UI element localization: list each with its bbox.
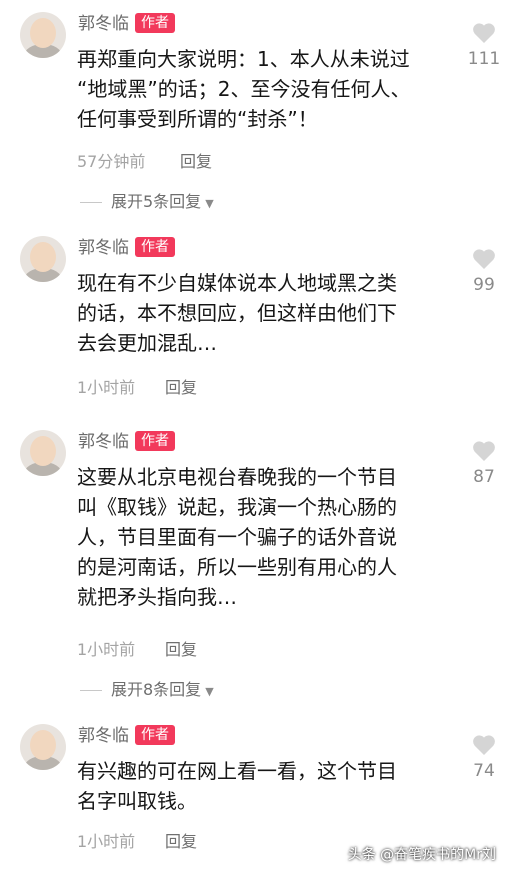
heart-icon bbox=[473, 23, 495, 43]
heart-icon bbox=[473, 249, 495, 269]
watermark: 头条 @奋笔疾书的Mr刘 bbox=[347, 847, 496, 863]
reply-button[interactable]: 回复 bbox=[165, 640, 197, 660]
comment-text: 现在有不少自媒体说本人地域黑之类 的话，本不想回应，但这样由他们下 去会更加混乱… bbox=[77, 268, 452, 358]
like-button[interactable]: 99 bbox=[466, 248, 502, 296]
comment-line: “地域黑”的话；2、至今没有任何人、 bbox=[77, 77, 411, 101]
like-count: 99 bbox=[473, 275, 495, 295]
divider-line bbox=[80, 202, 102, 203]
heart-icon bbox=[473, 735, 495, 755]
divider-line bbox=[80, 690, 102, 691]
expand-replies[interactable]: 展开8条回复 ▼ bbox=[80, 680, 214, 702]
author-name[interactable]: 郭冬临 bbox=[78, 726, 129, 746]
like-button[interactable]: 87 bbox=[466, 440, 502, 488]
comment-line: 现在有不少自媒体说本人地域黑之类 bbox=[77, 271, 397, 295]
comment-line: 这要从北京电视台春晚我的一个节目 bbox=[77, 465, 397, 489]
comment-line: 叫《取钱》说起，我演一个热心肠的 bbox=[77, 495, 397, 519]
comment-text: 有兴趣的可在网上看一看，这个节目 名字叫取钱。 bbox=[77, 756, 452, 816]
author-badge: 作者 bbox=[135, 237, 175, 257]
avatar[interactable] bbox=[20, 430, 66, 476]
like-count: 74 bbox=[473, 761, 495, 781]
like-button[interactable]: 111 bbox=[466, 22, 502, 70]
comment-line: 再郑重向大家说明：1、本人从未说过 bbox=[77, 47, 410, 71]
comment-line: 人，节目里面有一个骗子的话外音说 bbox=[77, 525, 397, 549]
comment-line: 去会更加混乱… bbox=[77, 331, 217, 355]
like-count: 111 bbox=[467, 49, 501, 69]
comment-text: 再郑重向大家说明：1、本人从未说过 “地域黑”的话；2、至今没有任何人、 任何事… bbox=[77, 44, 452, 134]
comment-line: 名字叫取钱。 bbox=[77, 789, 197, 813]
comment-time: 1小时前 bbox=[77, 832, 136, 851]
expand-label: 展开8条回复 bbox=[111, 680, 202, 699]
reply-button[interactable]: 回复 bbox=[165, 378, 197, 398]
chevron-down-icon: ▼ bbox=[205, 685, 214, 698]
reply-button[interactable]: 回复 bbox=[165, 832, 197, 852]
avatar[interactable] bbox=[20, 724, 66, 770]
author-badge: 作者 bbox=[135, 13, 175, 33]
expand-replies[interactable]: 展开5条回复 ▼ bbox=[80, 192, 214, 214]
comment-line: 任何事受到所谓的“封杀”！ bbox=[77, 107, 318, 131]
author-name[interactable]: 郭冬临 bbox=[78, 14, 129, 34]
comment-time: 1小时前 bbox=[77, 378, 136, 397]
author-badge: 作者 bbox=[135, 431, 175, 451]
comment-time: 1小时前 bbox=[77, 640, 136, 659]
avatar[interactable] bbox=[20, 12, 66, 58]
heart-icon bbox=[473, 441, 495, 461]
comment-text: 这要从北京电视台春晚我的一个节目 叫《取钱》说起，我演一个热心肠的 人，节目里面… bbox=[77, 462, 452, 612]
reply-button[interactable]: 回复 bbox=[180, 152, 212, 172]
comment-line: 的话，本不想回应，但这样由他们下 bbox=[77, 301, 397, 325]
like-button[interactable]: 74 bbox=[466, 734, 502, 782]
comment-line: 就把矛头指向我… bbox=[77, 585, 237, 609]
author-name[interactable]: 郭冬临 bbox=[78, 238, 129, 258]
comment-time: 57分钟前 bbox=[77, 152, 146, 171]
comment-line: 有兴趣的可在网上看一看，这个节目 bbox=[77, 759, 397, 783]
comment-line: 的是河南话，所以一些别有用心的人 bbox=[77, 555, 397, 579]
expand-label: 展开5条回复 bbox=[111, 192, 202, 211]
author-badge: 作者 bbox=[135, 725, 175, 745]
like-count: 87 bbox=[473, 467, 495, 487]
chevron-down-icon: ▼ bbox=[205, 197, 214, 210]
avatar[interactable] bbox=[20, 236, 66, 282]
author-name[interactable]: 郭冬临 bbox=[78, 432, 129, 452]
